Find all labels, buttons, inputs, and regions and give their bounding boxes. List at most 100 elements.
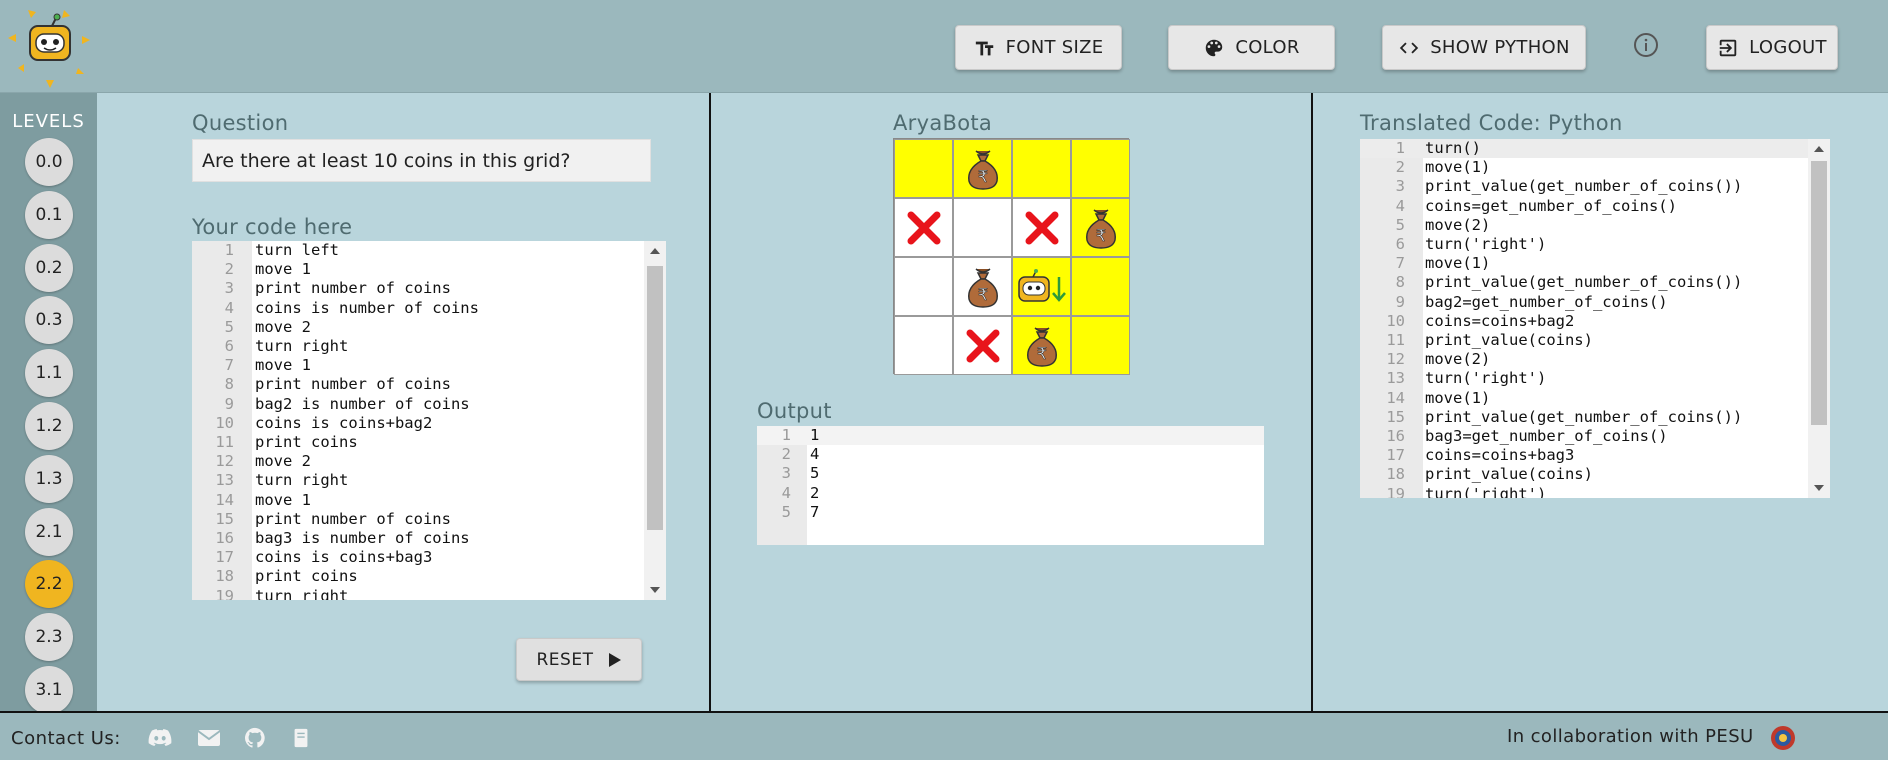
level-button[interactable]: 2.1 — [25, 507, 73, 556]
python-label: Translated Code: Python — [1360, 111, 1623, 135]
grid-cell — [894, 316, 953, 375]
obstacle-cross-icon — [966, 329, 999, 362]
grid-cell: ₹ — [1071, 198, 1130, 257]
color-button[interactable]: COLOR — [1168, 25, 1335, 70]
reset-label: RESET — [536, 649, 594, 670]
line-text: move 1 — [255, 356, 311, 375]
obstacle-cross-icon — [1025, 211, 1058, 244]
code-line: 10 coins is coins+bag2 — [192, 414, 666, 433]
line-text: move(1) — [1425, 158, 1491, 177]
line-number: 17 — [215, 548, 234, 567]
line-number: 11 — [215, 433, 234, 451]
line-text: 1 — [810, 426, 820, 444]
github-icon[interactable] — [243, 727, 267, 749]
robot-icon — [1017, 268, 1066, 302]
line-number: 8 — [224, 375, 234, 394]
line-number: 18 — [215, 567, 234, 586]
question-text: Are there at least 10 coins in this grid… — [192, 139, 651, 182]
code-line: 6 turn('right') — [1360, 235, 1830, 254]
line-number: 7 — [224, 356, 234, 375]
line-number: 7 — [1395, 254, 1405, 273]
show-python-button[interactable]: SHOW PYTHON — [1382, 25, 1586, 70]
code-line: 17 coins is coins+bag3 — [192, 548, 666, 567]
book-icon[interactable] — [289, 727, 313, 749]
level-button[interactable]: 0.0 — [25, 138, 73, 186]
scroll-thumb[interactable] — [647, 266, 663, 530]
line-number: 13 — [215, 471, 234, 490]
scroll-thumb[interactable] — [1811, 161, 1827, 425]
code-scrollbar[interactable] — [644, 241, 666, 600]
scroll-up-icon[interactable] — [644, 243, 666, 259]
code-line: 12 move 2 — [192, 452, 666, 471]
level-button[interactable]: 2.3 — [25, 613, 73, 662]
code-line: 13 turn('right') — [1360, 369, 1830, 388]
code-label: Your code here — [192, 215, 353, 239]
line-text: 5 — [810, 464, 820, 483]
line-number: 10 — [1386, 311, 1405, 330]
code-line: 42 — [757, 484, 1264, 503]
level-button[interactable]: 0.3 — [25, 296, 73, 345]
code-line: 1 turn left — [192, 241, 666, 260]
code-line: 4 coins is number of coins — [192, 299, 666, 318]
level-button[interactable]: 3.1 — [25, 666, 73, 714]
grid-cell — [1012, 139, 1071, 198]
mail-icon[interactable] — [197, 727, 221, 749]
line-text: print_value(get_number_of_coins()) — [1425, 177, 1743, 196]
logout-button[interactable]: LOGOUT — [1706, 25, 1838, 70]
line-text: turn right — [255, 337, 349, 355]
line-text: turn() — [1425, 139, 1481, 157]
level-button[interactable]: 0.1 — [25, 190, 73, 239]
level-button[interactable]: 1.3 — [25, 454, 73, 503]
line-text: coins=get_number_of_coins() — [1425, 196, 1677, 215]
top-bar: FONT SIZE COLOR SHOW PYTHON LOGOUT — [0, 0, 1888, 93]
line-number: 1 — [224, 241, 234, 259]
line-number: 1 — [781, 426, 791, 444]
aryabota-logo[interactable] — [6, 4, 92, 90]
scroll-up-icon[interactable] — [1808, 141, 1830, 157]
levels-title: LEVELS — [12, 111, 85, 132]
line-text: print number of coins — [255, 279, 451, 298]
svg-text:₹: ₹ — [977, 285, 987, 304]
python-code-view[interactable]: 1 turn() 2 move(1) 3 print_value(get_number_o… — [1360, 139, 1830, 498]
scroll-down-icon[interactable] — [1808, 480, 1830, 496]
aryabota-grid: ₹ ₹ ₹ ₹ — [893, 138, 1130, 375]
line-text: turn right — [255, 586, 349, 600]
arena-label: AryaBota — [893, 111, 993, 135]
svg-text:₹: ₹ — [1036, 344, 1046, 363]
reset-button[interactable]: RESET — [516, 638, 642, 681]
line-number: 12 — [1386, 350, 1405, 369]
info-icon[interactable] — [1632, 31, 1660, 59]
line-number: 13 — [1386, 369, 1405, 388]
level-button[interactable]: 1.1 — [25, 349, 73, 398]
obstacle-cross-icon — [907, 211, 940, 244]
discord-icon[interactable] — [148, 727, 172, 749]
level-button[interactable]: 0.2 — [25, 243, 73, 292]
code-line: 15 print number of coins — [192, 510, 666, 529]
line-number: 15 — [1386, 407, 1405, 426]
code-line: 15 print_value(get_number_of_coins()) — [1360, 408, 1830, 427]
line-text: print_value(get_number_of_coins()) — [1425, 407, 1743, 426]
level-button[interactable]: 2.2 — [25, 560, 73, 609]
code-line: 7 move 1 — [192, 356, 666, 375]
scroll-down-icon[interactable] — [644, 582, 666, 598]
grid-cell — [894, 198, 953, 257]
line-number: 4 — [224, 298, 234, 317]
logout-icon — [1719, 39, 1737, 56]
code-line: 8 print number of coins — [192, 375, 666, 394]
line-number: 16 — [1386, 427, 1405, 445]
line-text: print_value(coins) — [1425, 331, 1593, 349]
grid-cell — [953, 198, 1012, 257]
code-line: 35 — [757, 464, 1264, 483]
grid-cell — [894, 257, 953, 316]
line-text: coins=coins+bag2 — [1425, 311, 1575, 330]
font-size-button[interactable]: FONT SIZE — [955, 25, 1122, 70]
line-text: coins is coins+bag2 — [255, 413, 433, 432]
code-editor[interactable]: 1 turn left 2 move 1 3 print number of coins 4… — [192, 241, 666, 600]
money-bag-icon: ₹ — [1085, 208, 1116, 249]
code-line: 1 turn() — [1360, 139, 1830, 159]
python-scrollbar[interactable] — [1808, 139, 1830, 498]
level-button[interactable]: 1.2 — [25, 402, 73, 450]
line-number: 8 — [1395, 273, 1405, 292]
line-text: coins is number of coins — [255, 298, 479, 317]
pesu-logo-icon[interactable] — [1770, 725, 1796, 751]
